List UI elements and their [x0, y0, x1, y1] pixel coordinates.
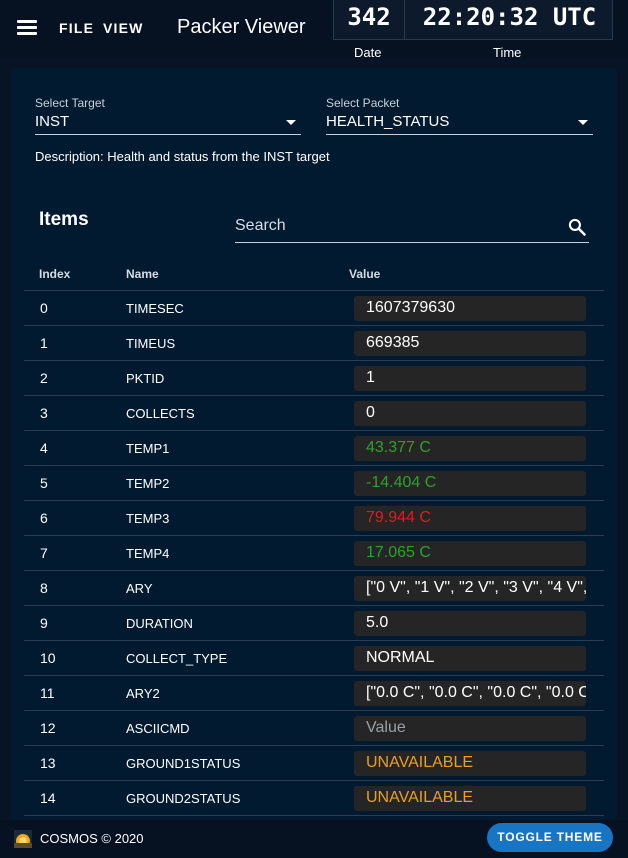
- menu-view[interactable]: VIEW: [103, 20, 144, 36]
- cell-name: TIMEUS: [126, 336, 176, 351]
- cell-index: 8: [40, 580, 48, 596]
- cell-index: 6: [40, 510, 48, 526]
- cell-index: 2: [40, 370, 48, 386]
- footer-copyright: COSMOS © 2020: [40, 831, 144, 846]
- cell-name: PKTID: [126, 371, 165, 386]
- table-row: 0 TIMESEC 1607379630: [24, 291, 604, 326]
- date-label: Date: [354, 45, 382, 60]
- header-name[interactable]: Name: [126, 267, 159, 281]
- select-packet-value: HEALTH_STATUS: [326, 113, 450, 130]
- cell-index: 10: [40, 650, 56, 666]
- select-packet-label: Select Packet: [326, 96, 400, 110]
- items-title: Items: [39, 209, 89, 230]
- cell-value-field[interactable]: 0: [354, 401, 586, 426]
- cell-index: 7: [40, 545, 48, 561]
- cell-name: ARY: [126, 581, 153, 596]
- cell-name: GROUND2STATUS: [126, 791, 241, 806]
- cell-value-field[interactable]: UNAVAILABLE: [354, 786, 586, 811]
- menu-file[interactable]: FILE: [59, 20, 94, 36]
- search-field: [235, 212, 589, 243]
- select-packet[interactable]: Select Packet HEALTH_STATUS: [326, 95, 593, 135]
- cell-index: 1: [40, 335, 48, 351]
- cell-value-field[interactable]: ["0 V", "1 V", "2 V", "3 V", "4 V", "5 V…: [354, 576, 586, 601]
- cell-value-field[interactable]: 17.065 C: [354, 541, 586, 566]
- table-row: 5 TEMP2 -14.404 C: [24, 466, 604, 501]
- cell-name: TEMP1: [126, 441, 170, 456]
- search-input[interactable]: [235, 212, 555, 240]
- items-table-body: 0 TIMESEC 1607379630 1 TIMEUS 669385 2 PKTID 1 3 C…: [24, 291, 604, 816]
- caret-down-icon: [286, 120, 296, 125]
- cell-name: ARY2: [126, 686, 160, 701]
- header-value[interactable]: Value: [349, 267, 380, 281]
- cosmos-logo-icon: [14, 830, 32, 848]
- table-row: 1 TIMEUS 669385: [24, 326, 604, 361]
- cell-name: TIMESEC: [126, 301, 184, 316]
- footer: COSMOS © 2020 TOGGLE THEME: [0, 820, 628, 858]
- app-bar: FILE VIEW Packer Viewer 342 22:20:32 UTC…: [0, 0, 628, 60]
- table-row: 14 GROUND2STATUS UNAVAILABLE: [24, 781, 604, 816]
- cell-name: TEMP3: [126, 511, 170, 526]
- cell-name: TEMP4: [126, 546, 170, 561]
- hamburger-menu-icon[interactable]: [17, 19, 37, 35]
- cell-index: 0: [40, 300, 48, 316]
- search-icon[interactable]: [567, 217, 587, 237]
- clock: 342 22:20:32 UTC: [333, 0, 613, 40]
- table-row: 6 TEMP3 79.944 C: [24, 501, 604, 536]
- table-row: 4 TEMP1 43.377 C: [24, 431, 604, 466]
- table-header: Index Name Value: [24, 264, 604, 291]
- packet-viewer-card: Select Target INST Select Packet HEALTH_…: [11, 68, 617, 820]
- cell-name: COLLECT_TYPE: [126, 651, 228, 666]
- cell-index: 5: [40, 475, 48, 491]
- table-row: 12 ASCIICMD Value: [24, 711, 604, 746]
- cell-value-field[interactable]: ["0.0 C", "0.0 C", "0.0 C", "0.0 C"]: [354, 681, 586, 706]
- cell-value-field[interactable]: UNAVAILABLE: [354, 751, 586, 776]
- cell-index: 11: [40, 685, 55, 701]
- time-label: Time: [493, 45, 522, 60]
- cell-value-field[interactable]: 79.944 C: [354, 506, 586, 531]
- cell-index: 14: [40, 790, 56, 806]
- select-target-value: INST: [35, 113, 70, 130]
- cell-value-field[interactable]: 5.0: [354, 611, 586, 636]
- table-row: 2 PKTID 1: [24, 361, 604, 396]
- table-row: 7 TEMP4 17.065 C: [24, 536, 604, 571]
- cell-value-field[interactable]: Value: [354, 716, 586, 741]
- cell-name: TEMP2: [126, 476, 170, 491]
- select-target-label: Select Target: [35, 96, 105, 110]
- table-row: 11 ARY2 ["0.0 C", "0.0 C", "0.0 C", "0.0 C…: [24, 676, 604, 711]
- cell-name: DURATION: [126, 616, 193, 631]
- cell-value-field[interactable]: -14.404 C: [354, 471, 586, 496]
- cell-index: 12: [40, 720, 56, 736]
- caret-down-icon: [578, 120, 588, 125]
- table-row: 10 COLLECT_TYPE NORMAL: [24, 641, 604, 676]
- cell-index: 4: [40, 440, 48, 456]
- select-target[interactable]: Select Target INST: [35, 95, 301, 135]
- cell-value-field[interactable]: 1607379630: [354, 296, 586, 321]
- cell-index: 13: [40, 755, 56, 771]
- packet-description: Description: Health and status from the …: [35, 149, 330, 164]
- cell-value-field[interactable]: 43.377 C: [354, 436, 586, 461]
- cell-value-field[interactable]: NORMAL: [354, 646, 586, 671]
- cell-name: COLLECTS: [126, 406, 195, 421]
- cell-value-field[interactable]: 1: [354, 366, 586, 391]
- cell-index: 9: [40, 615, 48, 631]
- header-index[interactable]: Index: [39, 267, 70, 281]
- table-row: 8 ARY ["0 V", "1 V", "2 V", "3 V", "4 V", …: [24, 571, 604, 606]
- app-title: Packer Viewer: [177, 16, 306, 38]
- table-row: 9 DURATION 5.0: [24, 606, 604, 641]
- table-row: 13 GROUND1STATUS UNAVAILABLE: [24, 746, 604, 781]
- cell-index: 3: [40, 405, 48, 421]
- clock-day: 342: [334, 0, 405, 39]
- toggle-theme-button[interactable]: TOGGLE THEME: [487, 823, 613, 852]
- cell-name: ASCIICMD: [126, 721, 190, 736]
- cell-name: GROUND1STATUS: [126, 756, 241, 771]
- table-row: 3 COLLECTS 0: [24, 396, 604, 431]
- clock-time: 22:20:32 UTC: [422, 3, 597, 31]
- cell-value-field[interactable]: 669385: [354, 331, 586, 356]
